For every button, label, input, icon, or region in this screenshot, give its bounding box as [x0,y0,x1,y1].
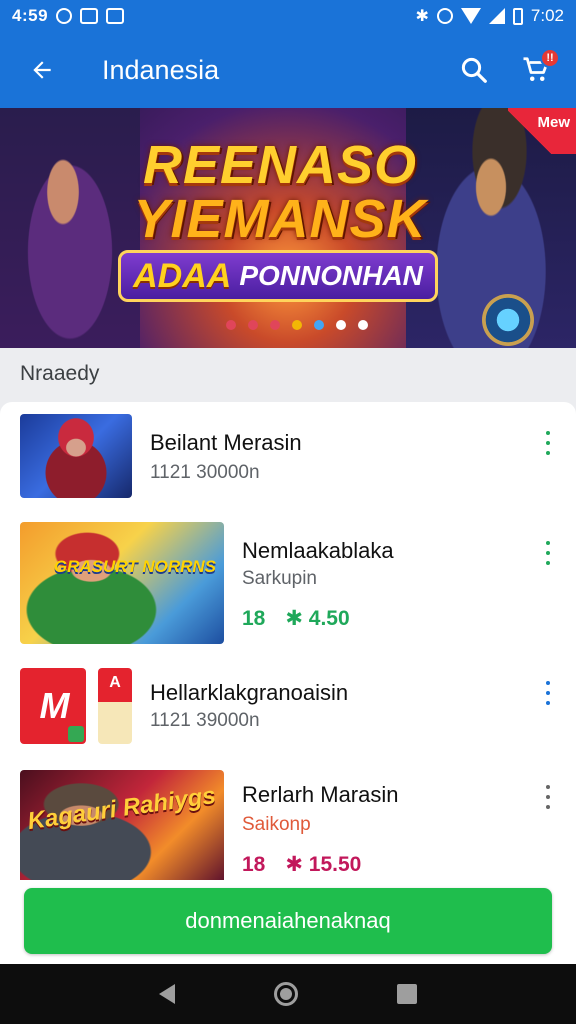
section-title: Nraaedy [20,362,100,385]
item-thumbnail-logo-b: A [109,674,121,691]
battery-icon [512,7,523,25]
banner-title: REENASO YIEMANSK [115,138,445,246]
item-subtitle: Sarkupin [242,568,317,589]
kebab-dot [546,785,550,789]
system-nav-bar [0,964,576,1024]
status-bar: 4:59 ✱ 7:02 [0,0,576,32]
item-price: 18 ✱ 4.50 [242,606,350,631]
wifi-icon [460,8,481,24]
item-thumbnail-text: GRASURT NORRNS [53,557,216,576]
kebab-dot [546,431,550,435]
item-price-a: 18 [242,852,266,876]
search-button[interactable] [450,46,498,94]
list-item[interactable]: GRASURT NORRNS Nemlaakablaka Sarkupin 18… [0,514,576,660]
status-left: 4:59 [12,6,125,26]
item-price-a: 18 [242,606,266,630]
primary-action-button[interactable]: donmenaiahenaknaq [24,888,552,954]
list-item[interactable]: M A Hellarklakgranoaisin 1121 39000n [0,660,576,762]
item-thumbnail-logo: M [39,685,70,726]
banner-title-line2: YIEMANSK [133,189,427,249]
nav-back-icon[interactable] [159,984,176,1004]
promo-banner[interactable]: REENASO YIEMANSK ADAA PONNONHAN Mew [0,108,576,348]
check-badge-icon [68,726,84,742]
banner-subtitle: ADAA PONNONHAN [118,250,438,302]
back-button[interactable] [16,44,68,96]
carousel-dot[interactable] [226,320,236,330]
carousel-dots [226,320,368,330]
item-more-button[interactable] [538,678,558,708]
kebab-dot [546,805,550,809]
kebab-dot [546,701,550,705]
banner-title-line1: REENASO [142,135,418,195]
kebab-dot [546,441,550,445]
carousel-dot[interactable] [314,320,324,330]
kebab-dot [546,551,550,555]
signal-icon [488,8,505,24]
status-left-time: 4:59 [12,6,49,25]
item-more-button[interactable] [538,538,558,568]
kebab-dot [546,795,550,799]
item-thumbnail [20,414,132,498]
nav-home-icon[interactable] [273,982,298,1006]
item-price: 18 ✱ 15.50 [242,852,361,877]
item-price-b: ✱ 4.50 [285,607,350,630]
page-title: Indanesia [102,54,220,85]
kebab-dot [546,541,550,545]
item-more-button[interactable] [538,782,558,812]
list-item[interactable]: Beilant Merasin 1121 30000n [0,402,576,514]
app-bar: Indanesia !! [0,32,576,108]
carousel-dot[interactable] [358,320,368,330]
item-title: Beilant Merasin [150,430,302,455]
item-subtitle: 1121 39000n [150,710,260,731]
banner-orb-image [482,294,534,346]
item-thumbnail: M [20,668,86,744]
item-subtitle: Saikonp [242,814,311,835]
carousel-dot[interactable] [292,320,302,330]
item-title: Hellarklakgranoaisin [150,680,349,705]
item-title: Rerlarh Marasin [242,782,399,807]
cart-badge: !! [540,48,560,68]
item-thumbnail-secondary: A [98,668,132,744]
mail-icon [80,8,99,24]
kebab-dot [546,561,550,565]
product-list: Beilant Merasin 1121 30000n GRASURT NORR… [0,402,576,880]
nav-recents-icon[interactable] [396,984,417,1004]
status-right: ✱ 7:02 [416,6,565,26]
carousel-dot[interactable] [248,320,258,330]
item-thumbnail: Kagauri Rahiygs [20,770,224,880]
action-bar: donmenaiahenaknaq [0,880,576,964]
kebab-dot [546,681,550,685]
banner-corner-label: Mew [537,114,570,131]
cart-button[interactable]: !! [512,46,560,94]
status-clock: 7:02 [530,6,564,25]
carousel-dot[interactable] [270,320,280,330]
nav-home-dot [279,988,292,1000]
image-icon [106,8,125,24]
bluetooth-icon: ✱ [415,8,429,25]
carousel-dot[interactable] [336,320,346,330]
item-title: Nemlaakablaka [242,538,394,563]
item-more-button[interactable] [538,428,558,458]
alarm-icon [436,8,453,24]
search-icon [461,57,487,83]
banner-subtitle-b: PONNONHAN [239,260,423,291]
item-thumbnail-text: Kagauri Rahiygs [25,781,217,836]
kebab-dot [546,451,550,455]
item-thumbnail: GRASURT NORRNS [20,522,224,644]
notification-icon [56,8,73,24]
arrow-left-icon [33,61,51,79]
list-item[interactable]: Kagauri Rahiygs Rerlarh Marasin Saikonp … [0,762,576,880]
item-price-b: ✱ 15.50 [285,853,362,876]
banner-subtitle-a: ADAA [133,256,232,295]
kebab-dot [546,691,550,695]
item-subtitle: 1121 30000n [150,462,260,483]
